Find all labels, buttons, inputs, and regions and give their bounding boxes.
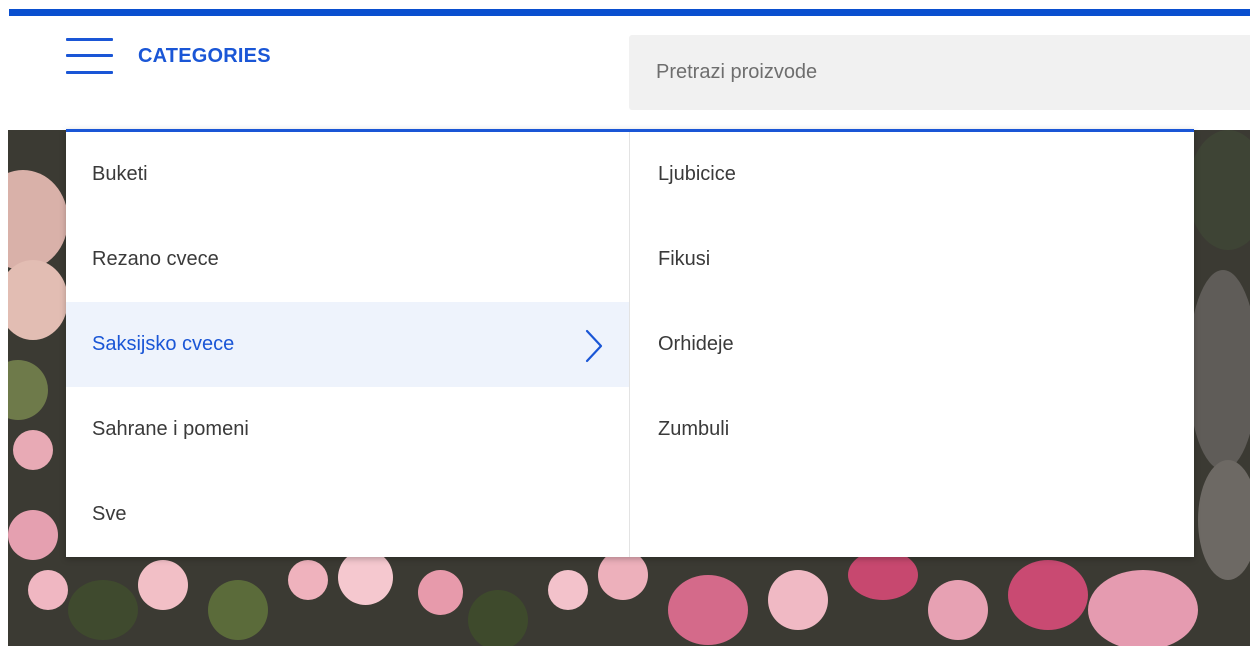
subcategory-label: Orhideje xyxy=(658,333,734,355)
subcategory-list: Ljubicice Fikusi Orhideje Zumbuli xyxy=(630,132,1194,557)
category-item-saksijsko-cvece[interactable]: Saksijsko cvece xyxy=(66,302,629,387)
subcategory-label: Ljubicice xyxy=(658,163,736,185)
subcategory-item-orhideje[interactable]: Orhideje xyxy=(630,302,1194,387)
category-label: Sve xyxy=(92,503,127,525)
top-accent-bar xyxy=(9,9,1250,16)
categories-label: CATEGORIES xyxy=(138,44,271,67)
category-item-sahrane-i-pomeni[interactable]: Sahrane i pomeni xyxy=(66,387,629,472)
subcategory-item-ljubicice[interactable]: Ljubicice xyxy=(630,132,1194,217)
subcategory-item-zumbuli[interactable]: Zumbuli xyxy=(630,387,1194,472)
search-bar xyxy=(629,35,1250,110)
category-item-buketi[interactable]: Buketi xyxy=(66,132,629,217)
categories-menu-button[interactable]: CATEGORIES xyxy=(66,36,271,76)
category-label: Saksijsko cvece xyxy=(92,333,235,355)
category-label: Rezano cvece xyxy=(92,248,219,270)
category-label: Sahrane i pomeni xyxy=(92,418,249,440)
categories-dropdown-menu: Buketi Rezano cvece Saksijsko cvece Sahr… xyxy=(66,129,1194,557)
chevron-right-icon xyxy=(585,329,603,363)
category-item-sve[interactable]: Sve xyxy=(66,472,629,557)
category-list: Buketi Rezano cvece Saksijsko cvece Sahr… xyxy=(66,132,630,557)
subcategory-label: Fikusi xyxy=(658,248,711,270)
subcategory-item-fikusi[interactable]: Fikusi xyxy=(630,217,1194,302)
search-input[interactable] xyxy=(656,61,1216,84)
category-item-rezano-cvece[interactable]: Rezano cvece xyxy=(66,217,629,302)
category-label: Buketi xyxy=(92,163,148,185)
hamburger-menu-icon xyxy=(66,36,113,76)
subcategory-label: Zumbuli xyxy=(658,418,730,440)
